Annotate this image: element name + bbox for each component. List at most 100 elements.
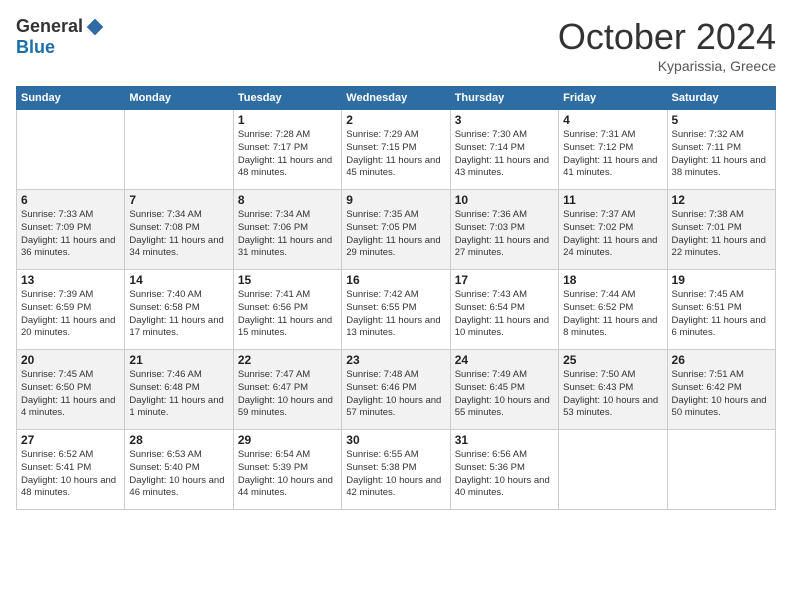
calendar-cell: 27Sunrise: 6:52 AMSunset: 5:41 PMDayligh…	[17, 430, 125, 510]
col-monday: Monday	[125, 87, 233, 110]
day-info: Sunrise: 6:52 AMSunset: 5:41 PMDaylight:…	[21, 449, 120, 500]
day-info: Sunrise: 7:44 AMSunset: 6:52 PMDaylight:…	[563, 289, 662, 340]
day-info: Sunrise: 7:35 AMSunset: 7:05 PMDaylight:…	[346, 209, 445, 260]
calendar-cell: 15Sunrise: 7:41 AMSunset: 6:56 PMDayligh…	[233, 270, 341, 350]
day-info: Sunrise: 7:40 AMSunset: 6:58 PMDaylight:…	[129, 289, 228, 340]
day-number: 6	[21, 193, 120, 207]
header-row: Sunday Monday Tuesday Wednesday Thursday…	[17, 87, 776, 110]
day-number: 23	[346, 353, 445, 367]
calendar-cell: 31Sunrise: 6:56 AMSunset: 5:36 PMDayligh…	[450, 430, 558, 510]
day-info: Sunrise: 7:46 AMSunset: 6:48 PMDaylight:…	[129, 369, 228, 420]
day-number: 7	[129, 193, 228, 207]
day-info: Sunrise: 6:56 AMSunset: 5:36 PMDaylight:…	[455, 449, 554, 500]
day-info: Sunrise: 7:34 AMSunset: 7:08 PMDaylight:…	[129, 209, 228, 260]
calendar-cell: 28 Sunrise: 6:53 AMSunset: 5:40 PMDayligh…	[125, 430, 233, 510]
calendar-cell: 11Sunrise: 7:37 AMSunset: 7:02 PMDayligh…	[559, 190, 667, 270]
calendar-cell	[667, 430, 775, 510]
calendar-cell: 20 Sunrise: 7:45 AMSunset: 6:50 PMDayligh…	[17, 350, 125, 430]
calendar-cell: 9 Sunrise: 7:35 AMSunset: 7:05 PMDaylight…	[342, 190, 450, 270]
day-number: 14	[129, 273, 228, 287]
day-number: 15	[238, 273, 337, 287]
day-number: 18	[563, 273, 662, 287]
day-number: 20	[21, 353, 120, 367]
day-info: Sunrise: 7:45 AMSunset: 6:51 PMDaylight:…	[672, 289, 771, 340]
day-info: Sunrise: 7:33 AMSunset: 7:09 PMDaylight:…	[21, 209, 120, 260]
day-number: 19	[672, 273, 771, 287]
col-saturday: Saturday	[667, 87, 775, 110]
day-info: Sunrise: 7:38 AMSunset: 7:01 PMDaylight:…	[672, 209, 771, 260]
calendar-cell: 25 Sunrise: 7:50 AMSunset: 6:43 PMDayligh…	[559, 350, 667, 430]
calendar-cell: 29Sunrise: 6:54 AMSunset: 5:39 PMDayligh…	[233, 430, 341, 510]
calendar-week-1: 1Sunrise: 7:28 AMSunset: 7:17 PMDaylight…	[17, 110, 776, 190]
day-number: 5	[672, 113, 771, 127]
day-info: Sunrise: 7:51 AMSunset: 6:42 PMDaylight:…	[672, 369, 771, 420]
day-info: Sunrise: 6:53 AMSunset: 5:40 PMDaylight:…	[129, 449, 228, 500]
calendar-week-5: 27Sunrise: 6:52 AMSunset: 5:41 PMDayligh…	[17, 430, 776, 510]
calendar-table: Sunday Monday Tuesday Wednesday Thursday…	[16, 86, 776, 510]
day-number: 25	[563, 353, 662, 367]
calendar-cell: 23 Sunrise: 7:48 AMSunset: 6:46 PMDayligh…	[342, 350, 450, 430]
day-number: 30	[346, 433, 445, 447]
calendar-cell	[17, 110, 125, 190]
calendar-cell: 5 Sunrise: 7:32 AMSunset: 7:11 PMDaylight…	[667, 110, 775, 190]
calendar-cell: 10 Sunrise: 7:36 AMSunset: 7:03 PMDayligh…	[450, 190, 558, 270]
calendar-cell: 17 Sunrise: 7:43 AMSunset: 6:54 PMDayligh…	[450, 270, 558, 350]
calendar-cell	[125, 110, 233, 190]
day-info: Sunrise: 7:39 AMSunset: 6:59 PMDaylight:…	[21, 289, 120, 340]
calendar-week-3: 13 Sunrise: 7:39 AMSunset: 6:59 PMDayligh…	[17, 270, 776, 350]
calendar-cell: 13 Sunrise: 7:39 AMSunset: 6:59 PMDayligh…	[17, 270, 125, 350]
day-info: Sunrise: 7:31 AMSunset: 7:12 PMDaylight:…	[563, 129, 662, 180]
day-number: 9	[346, 193, 445, 207]
day-number: 8	[238, 193, 337, 207]
day-info: Sunrise: 7:30 AMSunset: 7:14 PMDaylight:…	[455, 129, 554, 180]
day-number: 11	[563, 193, 662, 207]
day-number: 10	[455, 193, 554, 207]
day-number: 1	[238, 113, 337, 127]
logo-icon	[85, 17, 105, 37]
day-number: 13	[21, 273, 120, 287]
day-number: 28	[129, 433, 228, 447]
calendar-cell: 2Sunrise: 7:29 AMSunset: 7:15 PMDaylight…	[342, 110, 450, 190]
day-number: 16	[346, 273, 445, 287]
day-info: Sunrise: 7:36 AMSunset: 7:03 PMDaylight:…	[455, 209, 554, 260]
col-friday: Friday	[559, 87, 667, 110]
calendar-cell: 4 Sunrise: 7:31 AMSunset: 7:12 PMDaylight…	[559, 110, 667, 190]
day-info: Sunrise: 7:48 AMSunset: 6:46 PMDaylight:…	[346, 369, 445, 420]
day-info: Sunrise: 7:42 AMSunset: 6:55 PMDaylight:…	[346, 289, 445, 340]
day-number: 12	[672, 193, 771, 207]
day-number: 4	[563, 113, 662, 127]
header: General Blue October 2024 Kyparissia, Gr…	[16, 16, 776, 74]
calendar-cell: 19 Sunrise: 7:45 AMSunset: 6:51 PMDayligh…	[667, 270, 775, 350]
calendar-cell: 30 Sunrise: 6:55 AMSunset: 5:38 PMDayligh…	[342, 430, 450, 510]
col-thursday: Thursday	[450, 87, 558, 110]
day-number: 2	[346, 113, 445, 127]
calendar-week-2: 6 Sunrise: 7:33 AMSunset: 7:09 PMDaylight…	[17, 190, 776, 270]
day-info: Sunrise: 7:47 AMSunset: 6:47 PMDaylight:…	[238, 369, 337, 420]
col-sunday: Sunday	[17, 87, 125, 110]
day-info: Sunrise: 7:32 AMSunset: 7:11 PMDaylight:…	[672, 129, 771, 180]
calendar-cell: 7 Sunrise: 7:34 AMSunset: 7:08 PMDaylight…	[125, 190, 233, 270]
day-number: 21	[129, 353, 228, 367]
calendar-cell: 24Sunrise: 7:49 AMSunset: 6:45 PMDayligh…	[450, 350, 558, 430]
calendar-cell: 26Sunrise: 7:51 AMSunset: 6:42 PMDayligh…	[667, 350, 775, 430]
day-info: Sunrise: 6:55 AMSunset: 5:38 PMDaylight:…	[346, 449, 445, 500]
col-wednesday: Wednesday	[342, 87, 450, 110]
day-number: 3	[455, 113, 554, 127]
calendar-cell: 18 Sunrise: 7:44 AMSunset: 6:52 PMDayligh…	[559, 270, 667, 350]
main-container: General Blue October 2024 Kyparissia, Gr…	[0, 0, 792, 518]
calendar-cell: 16 Sunrise: 7:42 AMSunset: 6:55 PMDayligh…	[342, 270, 450, 350]
calendar-week-4: 20 Sunrise: 7:45 AMSunset: 6:50 PMDayligh…	[17, 350, 776, 430]
day-number: 24	[455, 353, 554, 367]
day-info: Sunrise: 7:45 AMSunset: 6:50 PMDaylight:…	[21, 369, 120, 420]
day-info: Sunrise: 7:50 AMSunset: 6:43 PMDaylight:…	[563, 369, 662, 420]
calendar-cell: 1Sunrise: 7:28 AMSunset: 7:17 PMDaylight…	[233, 110, 341, 190]
calendar-cell: 6 Sunrise: 7:33 AMSunset: 7:09 PMDaylight…	[17, 190, 125, 270]
calendar-cell: 3 Sunrise: 7:30 AMSunset: 7:14 PMDaylight…	[450, 110, 558, 190]
logo-general: General	[16, 16, 83, 37]
day-number: 22	[238, 353, 337, 367]
calendar-cell: 8Sunrise: 7:34 AMSunset: 7:06 PMDaylight…	[233, 190, 341, 270]
day-info: Sunrise: 7:43 AMSunset: 6:54 PMDaylight:…	[455, 289, 554, 340]
day-number: 17	[455, 273, 554, 287]
logo-blue: Blue	[16, 37, 55, 58]
col-tuesday: Tuesday	[233, 87, 341, 110]
